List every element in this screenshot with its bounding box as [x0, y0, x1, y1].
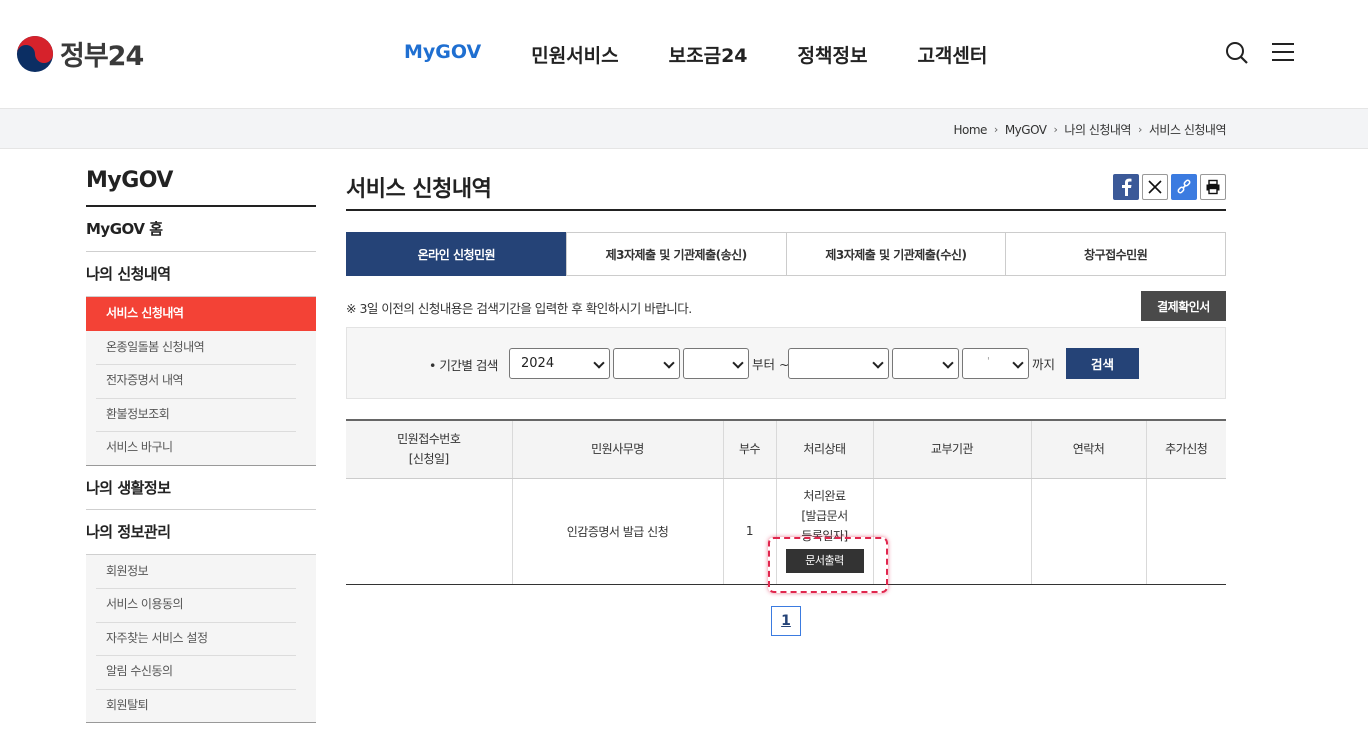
- share-toolbar: [1113, 174, 1226, 200]
- sidebar-item-service-applications[interactable]: 서비스 신청내역: [86, 297, 316, 331]
- breadcrumb-mygov[interactable]: MyGOV: [1005, 123, 1047, 137]
- sidebar-item-notification-consent[interactable]: 알림 수신동의: [86, 655, 316, 689]
- cell-receipt-number: [346, 478, 512, 585]
- cell-status: 처리완료 [발급문서 등록일자] 문서출력: [775, 478, 873, 585]
- cell-issuing-agency: [872, 478, 1031, 585]
- chevron-right-icon: ›: [993, 123, 998, 136]
- col-status: 처리상태: [775, 419, 873, 479]
- tab-counter-applications[interactable]: 창구접수민원: [1005, 232, 1226, 276]
- sidebar-item-service-consent[interactable]: 서비스 이용동의: [86, 588, 316, 622]
- from-year-select[interactable]: 2024: [509, 348, 610, 379]
- sidebar-submenu-info: 회원정보 서비스 이용동의 자주찾는 서비스 설정 알림 수신동의 회원탈퇴: [86, 554, 316, 723]
- search-icon[interactable]: [1224, 40, 1250, 66]
- breadcrumb: Home › MyGOV › 나의 신청내역 › 서비스 신청내역: [953, 121, 1226, 138]
- sidebar-item-allday-care[interactable]: 온종일돌봄 신청내역: [86, 331, 316, 365]
- period-search-box: • 기간별 검색 2024 부터 ~ ' 까지 검색: [346, 327, 1226, 399]
- sidebar-item-mygov-home[interactable]: MyGOV 홈: [86, 207, 316, 252]
- chevron-right-icon: ›: [1137, 123, 1142, 136]
- print-icon[interactable]: [1200, 174, 1226, 200]
- nav-subsidy24[interactable]: 보조금24: [669, 41, 748, 68]
- to-year-select[interactable]: [788, 348, 889, 379]
- col-receipt-number: 민원접수번호 [신청일]: [346, 419, 512, 479]
- taegeuk-logo-icon: [16, 35, 54, 72]
- to-month-select[interactable]: [892, 348, 959, 379]
- search-period-notice: ※ 3일 이전의 신청내용은 검색기간을 입력한 후 확인하시기 바랍니다.: [346, 301, 692, 316]
- table-header-row: 민원접수번호 [신청일] 민원사무명 부수 처리상태 교부기관 연락처 추가신청: [346, 419, 1226, 479]
- sidebar-item-withdraw[interactable]: 회원탈퇴: [86, 688, 316, 723]
- nav-mygov[interactable]: MyGOV: [404, 41, 481, 68]
- site-header: 정부24 MyGOV 민원서비스 보조금24 정책정보 고객센터: [0, 0, 1368, 108]
- sidebar: MyGOV MyGOV 홈 나의 신청내역 서비스 신청내역 온종일돌봄 신청내…: [86, 168, 316, 723]
- to-day-select[interactable]: ': [962, 348, 1029, 379]
- hamburger-menu-icon[interactable]: [1272, 40, 1298, 66]
- breadcrumb-bar: Home › MyGOV › 나의 신청내역 › 서비스 신청내역: [0, 108, 1368, 149]
- cell-service-name: 인감증명서 발급 신청: [511, 478, 723, 585]
- site-logo[interactable]: 정부24: [16, 34, 144, 73]
- sidebar-item-e-certificates[interactable]: 전자증명서 내역: [86, 364, 316, 398]
- sidebar-item-service-basket[interactable]: 서비스 바구니: [86, 431, 316, 465]
- payment-receipt-button[interactable]: 결제확인서: [1141, 291, 1226, 321]
- sidebar-item-my-applications[interactable]: 나의 신청내역: [86, 252, 316, 297]
- sidebar-item-member-info[interactable]: 회원정보: [86, 555, 316, 589]
- x-share-icon[interactable]: [1142, 174, 1168, 200]
- from-text: 부터 ~: [752, 357, 790, 372]
- tab-third-party-sent[interactable]: 제3자제출 및 기관제출(송신): [565, 232, 787, 276]
- logo-text: 정부24: [60, 41, 144, 72]
- nav-customer-center[interactable]: 고객센터: [917, 41, 987, 68]
- col-issuing-agency: 교부기관: [872, 419, 1031, 479]
- tab-third-party-received[interactable]: 제3자제출 및 기관제출(수신): [785, 232, 1007, 276]
- cell-contact: [1030, 478, 1146, 585]
- col-service-name: 민원사무명: [511, 419, 723, 479]
- sidebar-item-my-info[interactable]: 나의 정보관리: [86, 510, 316, 555]
- main-content: 서비스 신청내역 온라인 신청민원 제3자제출 및 기관제출(송신) 제3자제출…: [346, 168, 1226, 636]
- link-copy-icon[interactable]: [1171, 174, 1197, 200]
- breadcrumb-my-applications[interactable]: 나의 신청내역: [1064, 121, 1131, 138]
- nav-policy-info[interactable]: 정책정보: [798, 41, 868, 68]
- application-tabs: 온라인 신청민원 제3자제출 및 기관제출(송신) 제3자제출 및 기관제출(수…: [346, 232, 1226, 276]
- pagination-page-1[interactable]: 1: [771, 606, 801, 636]
- page-title: 서비스 신청내역: [346, 168, 1226, 211]
- main-nav: MyGOV 민원서비스 보조금24 정책정보 고객센터: [404, 41, 1037, 68]
- to-text: 까지: [1032, 357, 1056, 372]
- chevron-right-icon: ›: [1053, 123, 1058, 136]
- facebook-share-icon[interactable]: [1113, 174, 1139, 200]
- search-button[interactable]: 검색: [1066, 348, 1139, 379]
- sidebar-item-favorite-services[interactable]: 자주찾는 서비스 설정: [86, 621, 316, 656]
- nav-civil-service[interactable]: 민원서비스: [531, 41, 618, 68]
- sidebar-item-refund-lookup[interactable]: 환불정보조회: [86, 397, 316, 432]
- sidebar-title: MyGOV: [86, 168, 316, 207]
- from-day-select[interactable]: [683, 348, 749, 379]
- table-row: 인감증명서 발급 신청 1 처리완료 [발급문서 등록일자] 문서출력: [346, 478, 1226, 585]
- sidebar-item-life-info[interactable]: 나의 생활정보: [86, 464, 316, 510]
- breadcrumb-current: 서비스 신청내역: [1148, 123, 1227, 137]
- document-print-button[interactable]: 문서출력: [785, 548, 864, 573]
- sidebar-submenu-applications: 서비스 신청내역 온종일돌봄 신청내역 전자증명서 내역 환불정보조회 서비스 …: [86, 297, 316, 465]
- applications-table: 민원접수번호 [신청일] 민원사무명 부수 처리상태 교부기관 연락처 추가신청…: [346, 419, 1226, 585]
- col-copies: 부수: [722, 419, 776, 479]
- cell-additional-request: [1145, 478, 1226, 585]
- period-search-label: • 기간별 검색: [429, 358, 498, 373]
- col-additional-request: 추가신청: [1145, 419, 1226, 479]
- tab-online-applications[interactable]: 온라인 신청민원: [346, 232, 567, 276]
- col-contact: 연락처: [1030, 419, 1146, 479]
- from-month-select[interactable]: [613, 348, 680, 379]
- breadcrumb-home[interactable]: Home: [953, 123, 987, 137]
